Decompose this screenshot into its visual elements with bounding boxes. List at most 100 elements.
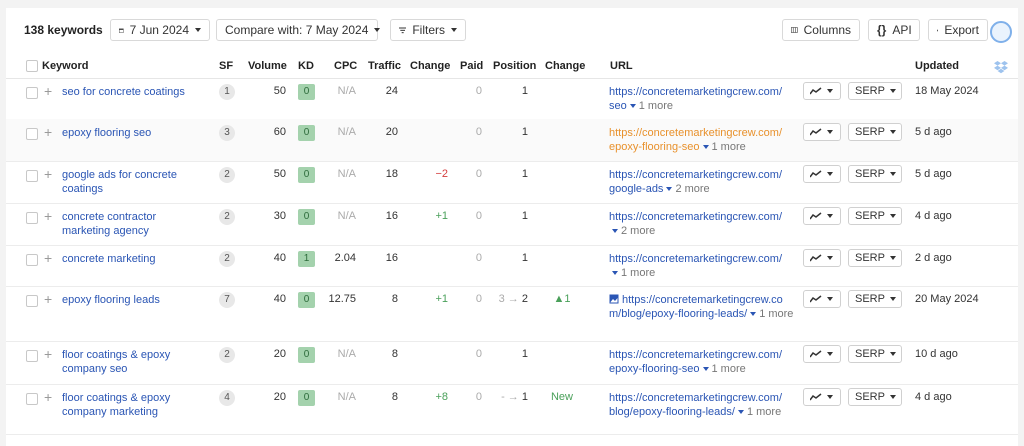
col-position[interactable]: Position [493,60,536,72]
sf-badge[interactable]: 3 [219,125,235,141]
row-checkbox[interactable] [26,295,38,307]
url-link[interactable]: https://concretemarketingcrew.com/ [609,169,782,181]
col-url[interactable]: URL [610,60,633,72]
url-path[interactable]: google-ads [609,183,663,195]
trend-button[interactable] [803,345,841,363]
chevron-down-icon[interactable] [612,271,618,275]
serp-button[interactable]: SERP [848,165,902,183]
trend-button[interactable] [803,123,841,141]
select-all-checkbox[interactable] [26,60,38,72]
col-position-change[interactable]: Change [545,60,585,72]
plus-icon[interactable]: + [44,292,52,306]
sf-badge[interactable]: 2 [219,347,235,363]
chevron-down-icon[interactable] [629,104,636,108]
row-checkbox[interactable] [26,350,38,362]
table-row[interactable]: + google ads for concrete coatings 2 50 0 N/A… [6,161,1018,204]
col-traffic[interactable]: Traffic [368,60,401,72]
col-kd[interactable]: KD [298,60,314,72]
sf-badge[interactable]: 2 [219,251,235,267]
more-urls-link[interactable]: 1 more [712,141,746,153]
more-urls-link[interactable]: 2 more [675,183,709,195]
plus-icon[interactable]: + [44,167,52,181]
trend-button[interactable] [803,207,841,225]
trend-button[interactable] [803,388,841,406]
export-button[interactable]: Export [928,19,988,41]
plus-icon[interactable]: + [44,251,52,265]
serp-button[interactable]: SERP [848,82,902,100]
row-checkbox[interactable] [26,393,38,405]
table-row[interactable]: + epoxy flooring seo 3 60 0 N/A 20 0 1 https://co… [6,119,1018,162]
more-urls-link[interactable]: 1 more [621,267,655,279]
more-urls-link[interactable]: 1 more [639,100,673,112]
plus-icon[interactable]: + [44,84,52,98]
row-checkbox[interactable] [26,254,38,266]
col-keyword[interactable]: Keyword [42,60,88,72]
plus-icon[interactable]: + [44,347,52,361]
filters-button[interactable]: Filters [390,19,466,41]
extension-icon[interactable] [990,21,1012,43]
table-row[interactable]: + floor coatings & epoxy company seo 2 20 0 N… [6,341,1018,385]
compare-button[interactable]: Compare with: 7 May 2024 [216,19,381,41]
keyword-link[interactable]: concrete contractor marketing agency [62,210,202,238]
col-change[interactable]: Change [410,60,450,72]
keyword-link[interactable]: floor coatings & epoxy company marketing [62,391,202,419]
plus-icon[interactable]: + [44,125,52,139]
api-button[interactable]: {} API [868,19,920,41]
url-path[interactable]: blog/epoxy-flooring-leads/ [609,406,735,418]
chevron-down-icon[interactable] [737,410,744,414]
table-row[interactable]: + seo for concrete coatings 1 50 0 N/A 24 0 1 htt… [6,78,1018,120]
chevron-down-icon[interactable] [702,145,709,149]
keyword-link[interactable]: epoxy flooring leads [62,293,202,307]
row-checkbox[interactable] [26,212,38,224]
col-cpc[interactable]: CPC [334,60,357,72]
keyword-link[interactable]: floor coatings & epoxy company seo [62,348,202,376]
url-path[interactable]: epoxy-flooring-seo [609,141,700,153]
serp-button[interactable]: SERP [848,207,902,225]
serp-button[interactable]: SERP [848,290,902,308]
col-paid[interactable]: Paid [460,60,483,72]
url-link[interactable]: https://concretemarketingcrew.com/ [609,392,782,404]
col-sf[interactable]: SF [219,60,233,72]
table-row[interactable]: + concrete contractor marketing agency 2 30… [6,203,1018,246]
url-link[interactable]: https://concretemarketingcrew.com/ [609,127,782,139]
trend-button[interactable] [803,82,841,100]
sf-badge[interactable]: 2 [219,167,235,183]
keyword-link[interactable]: epoxy flooring seo [62,126,202,140]
table-row[interactable]: + concrete marketing 2 40 1 2.04 16 0 1 https://c… [6,245,1018,287]
chevron-down-icon[interactable] [750,312,757,316]
chevron-down-icon[interactable] [666,187,673,191]
url-link[interactable]: https://concretemarketingcrew.com/ [609,349,782,361]
more-urls-link[interactable]: 1 more [759,308,793,320]
trend-button[interactable] [803,249,841,267]
chevron-down-icon[interactable] [612,229,618,233]
col-updated[interactable]: Updated [915,60,959,72]
url-path[interactable]: seo [609,100,627,112]
plus-icon[interactable]: + [44,390,52,404]
serp-button[interactable]: SERP [848,249,902,267]
url-link[interactable]: https://concretemarketingcrew.com/ [609,86,782,98]
table-row[interactable]: + epoxy flooring leads 7 40 0 12.75 8 +1 0 3 → 2 ▲… [6,286,1018,342]
row-checkbox[interactable] [26,87,38,99]
keyword-link[interactable]: seo for concrete coatings [62,85,202,99]
date-picker-button[interactable]: 7 Jun 2024 [110,19,210,41]
row-checkbox[interactable] [26,128,38,140]
chevron-down-icon[interactable] [702,367,709,371]
keyword-link[interactable]: google ads for concrete coatings [62,168,202,196]
col-volume[interactable]: Volume [248,60,287,72]
more-urls-link[interactable]: 2 more [621,225,655,237]
sf-badge[interactable]: 7 [219,292,235,308]
plus-icon[interactable]: + [44,209,52,223]
table-row[interactable]: + floor coatings & epoxy company marketin… [6,384,1018,435]
row-checkbox[interactable] [26,170,38,182]
url-link[interactable]: https://concretemarketingcrew.co [622,294,783,306]
serp-button[interactable]: SERP [848,388,902,406]
serp-button[interactable]: SERP [848,123,902,141]
url-path[interactable]: epoxy-flooring-seo [609,363,700,375]
trend-button[interactable] [803,290,841,308]
sf-badge[interactable]: 4 [219,390,235,406]
columns-button[interactable]: Columns [782,19,860,41]
keyword-link[interactable]: concrete marketing [62,252,202,266]
serp-button[interactable]: SERP [848,345,902,363]
trend-button[interactable] [803,165,841,183]
more-urls-link[interactable]: 1 more [747,406,781,418]
